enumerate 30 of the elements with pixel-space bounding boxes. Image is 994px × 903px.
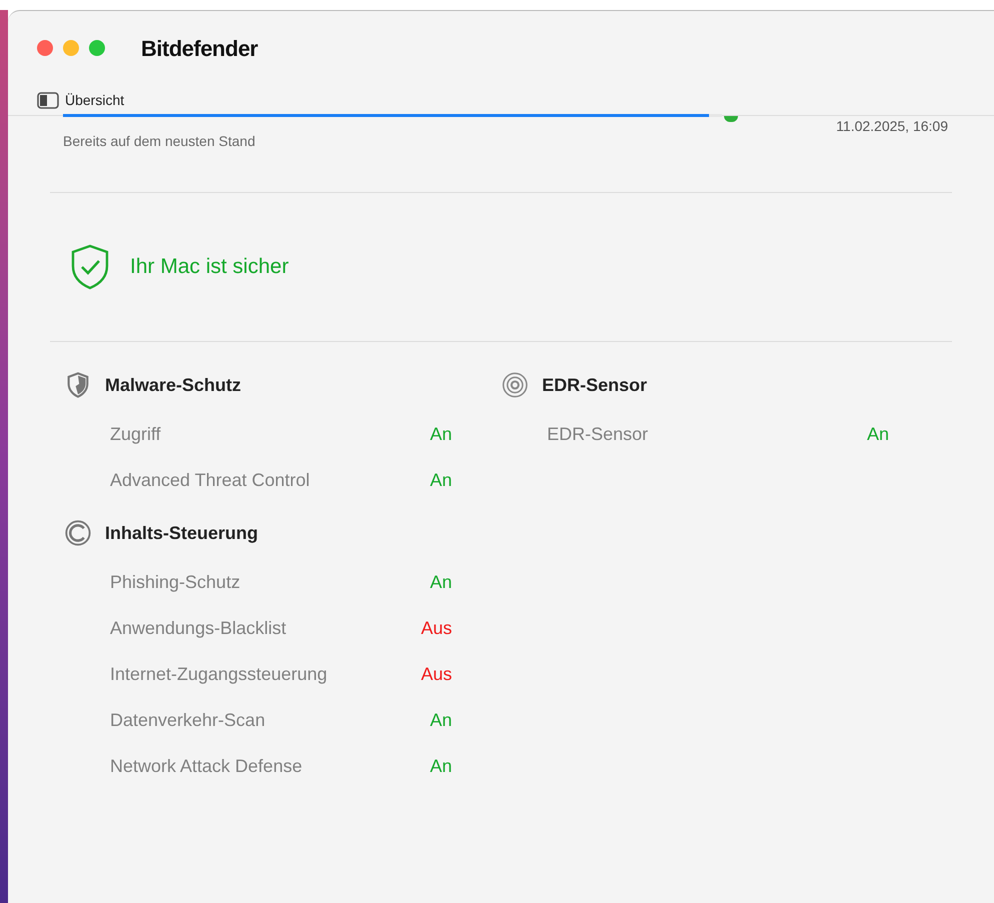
feature-name: Datenverkehr-Scan <box>110 708 266 732</box>
close-window-button[interactable] <box>37 40 53 56</box>
feature-status: An <box>430 708 452 732</box>
section-title: Inhalts-Steuerung <box>105 522 258 545</box>
section-title: Malware-Schutz <box>105 374 242 396</box>
feature-status: An <box>430 468 452 492</box>
sidebar-toggle-icon[interactable] <box>37 92 59 108</box>
minimize-window-button[interactable] <box>63 40 79 56</box>
feature-name: Phishing-Schutz <box>110 570 240 594</box>
sensor-icon <box>501 371 529 399</box>
feature-status: An <box>430 754 452 778</box>
last-update-date: 11.02.2025, 16:09 <box>836 117 948 136</box>
feature-name: Anwendungs-Blacklist <box>110 616 286 640</box>
shield-check-icon <box>70 244 110 290</box>
feature-name: Zugriff <box>110 422 161 446</box>
feature-status: An <box>430 422 452 446</box>
app-logo: Bitdefender <box>141 34 258 62</box>
update-status-text: Bereits auf dem neusten Stand <box>62 132 256 151</box>
security-status: Ihr Mac ist sicher <box>130 254 289 280</box>
feature-name: Internet-Zugangssteuerung <box>110 662 328 686</box>
feature-status: Aus <box>420 616 452 640</box>
feature-status: Aus <box>420 662 452 686</box>
feature-name: Advanced Threat Control <box>110 468 310 492</box>
section-title: EDR-Sensor <box>542 374 648 396</box>
zoom-window-button[interactable] <box>89 40 105 56</box>
feature-status: An <box>866 422 889 446</box>
feature-status: An <box>430 570 452 594</box>
feature-name: EDR-Sensor <box>547 422 648 446</box>
feature-name: Network Attack Defense <box>110 754 302 778</box>
toolbar-title: Übersicht <box>65 90 124 110</box>
